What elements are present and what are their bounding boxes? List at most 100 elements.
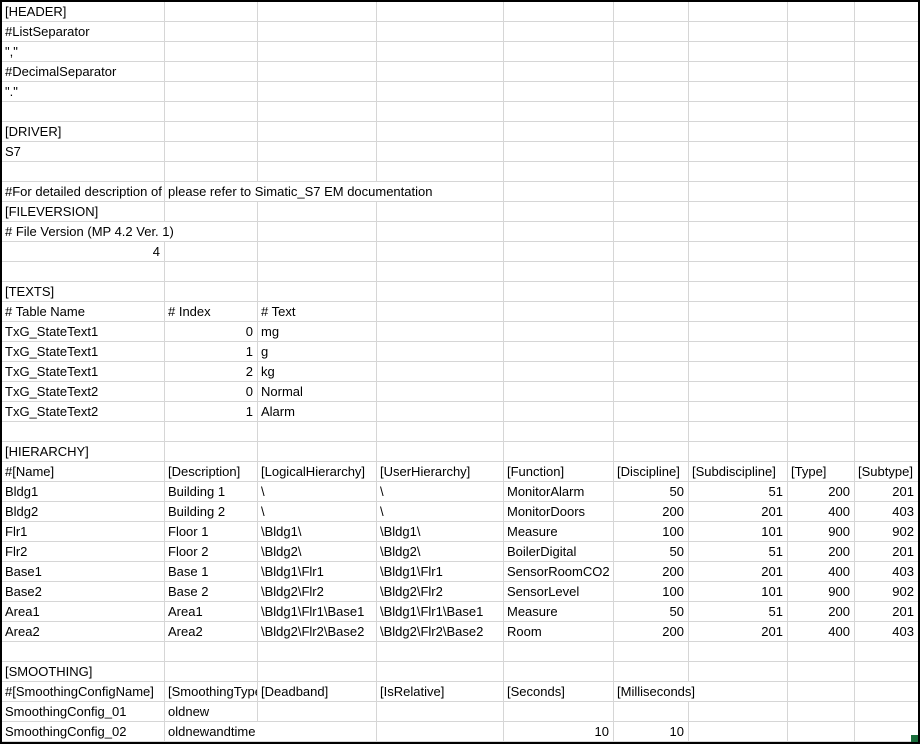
cell[interactable] (689, 322, 788, 342)
cell[interactable]: please refer to Simatic_S7 EM documentat… (165, 182, 504, 202)
cell[interactable]: [IsRelative] (377, 682, 504, 702)
cell[interactable] (788, 362, 855, 382)
cell[interactable] (855, 82, 918, 102)
cell[interactable] (788, 702, 855, 722)
cell[interactable] (2, 262, 165, 282)
cell[interactable]: Bldg2 (2, 502, 165, 522)
cell[interactable] (689, 2, 788, 22)
cell[interactable]: 200 (788, 542, 855, 562)
cell[interactable] (855, 382, 918, 402)
cell[interactable]: BoilerDigital (504, 542, 614, 562)
cell[interactable] (377, 642, 504, 662)
cell[interactable]: # Index (165, 302, 258, 322)
cell[interactable]: 1 (165, 402, 258, 422)
cell[interactable] (855, 2, 918, 22)
cell[interactable]: 900 (788, 582, 855, 602)
cell[interactable] (504, 82, 614, 102)
cell[interactable]: [HIERARCHY] (2, 442, 165, 462)
cell[interactable] (258, 202, 377, 222)
cell[interactable]: Base2 (2, 582, 165, 602)
cell[interactable]: [Function] (504, 462, 614, 482)
cell[interactable]: Building 1 (165, 482, 258, 502)
cell[interactable] (689, 722, 788, 742)
cell[interactable] (788, 642, 855, 662)
cell[interactable]: 201 (855, 482, 918, 502)
cell[interactable]: Room (504, 622, 614, 642)
cell[interactable] (165, 42, 258, 62)
cell[interactable]: 400 (788, 502, 855, 522)
cell[interactable] (504, 142, 614, 162)
cell[interactable] (504, 182, 614, 202)
cell[interactable]: 4 (2, 242, 165, 262)
cell[interactable]: Area2 (2, 622, 165, 642)
cell[interactable] (614, 102, 689, 122)
cell[interactable] (377, 382, 504, 402)
cell[interactable] (614, 262, 689, 282)
cell[interactable]: Area1 (165, 602, 258, 622)
cell[interactable] (258, 422, 377, 442)
cell[interactable] (788, 242, 855, 262)
cell[interactable] (689, 62, 788, 82)
cell[interactable]: [Subtype] (855, 462, 918, 482)
cell[interactable] (504, 362, 614, 382)
cell[interactable]: 400 (788, 562, 855, 582)
cell[interactable]: 200 (788, 602, 855, 622)
cell[interactable]: Floor 2 (165, 542, 258, 562)
cell[interactable]: MonitorDoors (504, 502, 614, 522)
cell[interactable] (855, 402, 918, 422)
cell[interactable] (377, 102, 504, 122)
cell[interactable] (614, 62, 689, 82)
cell[interactable] (165, 62, 258, 82)
cell[interactable]: #ListSeparator (2, 22, 165, 42)
cell[interactable]: \Bldg2\Flr2\Base2 (377, 622, 504, 642)
cell[interactable] (855, 242, 918, 262)
cell[interactable] (165, 142, 258, 162)
cell[interactable] (855, 182, 918, 202)
cell[interactable]: Measure (504, 602, 614, 622)
cell[interactable]: [Milliseconds] (614, 682, 788, 702)
cell[interactable] (165, 82, 258, 102)
cell[interactable]: 400 (788, 622, 855, 642)
cell[interactable] (614, 42, 689, 62)
cell[interactable] (689, 702, 788, 722)
cell[interactable] (855, 642, 918, 662)
cell[interactable]: # File Version (MP 4.2 Ver. 1) (2, 222, 258, 242)
cell[interactable] (504, 202, 614, 222)
cell[interactable]: 51 (689, 482, 788, 502)
cell[interactable] (689, 282, 788, 302)
cell[interactable]: MonitorAlarm (504, 482, 614, 502)
cell[interactable]: Area2 (165, 622, 258, 642)
cell[interactable] (165, 642, 258, 662)
cell[interactable] (258, 242, 377, 262)
cell[interactable] (788, 382, 855, 402)
cell[interactable] (377, 222, 504, 242)
cell[interactable] (855, 142, 918, 162)
cell[interactable] (614, 342, 689, 362)
cell[interactable] (689, 82, 788, 102)
cell[interactable]: \Bldg2\ (377, 542, 504, 562)
cell[interactable] (855, 682, 918, 702)
cell[interactable]: TxG_StateText2 (2, 382, 165, 402)
cell[interactable]: \Bldg1\Flr1\Base1 (377, 602, 504, 622)
cell[interactable] (165, 122, 258, 142)
cell[interactable] (165, 202, 258, 222)
cell[interactable] (258, 22, 377, 42)
cell[interactable]: #[Name] (2, 462, 165, 482)
cell[interactable]: 1 (165, 342, 258, 362)
cell[interactable] (788, 2, 855, 22)
cell[interactable] (855, 42, 918, 62)
cell[interactable]: \ (377, 482, 504, 502)
cell[interactable] (377, 82, 504, 102)
cell[interactable] (377, 122, 504, 142)
cell[interactable] (788, 442, 855, 462)
cell[interactable]: [LogicalHierarchy] (258, 462, 377, 482)
cell[interactable] (788, 182, 855, 202)
cell[interactable] (788, 102, 855, 122)
cell[interactable] (377, 2, 504, 22)
cell[interactable] (689, 102, 788, 122)
cell[interactable]: oldnewandtime (165, 722, 377, 742)
cell[interactable]: 50 (614, 542, 689, 562)
cell[interactable]: Area1 (2, 602, 165, 622)
cell[interactable] (504, 2, 614, 22)
cell[interactable] (258, 102, 377, 122)
